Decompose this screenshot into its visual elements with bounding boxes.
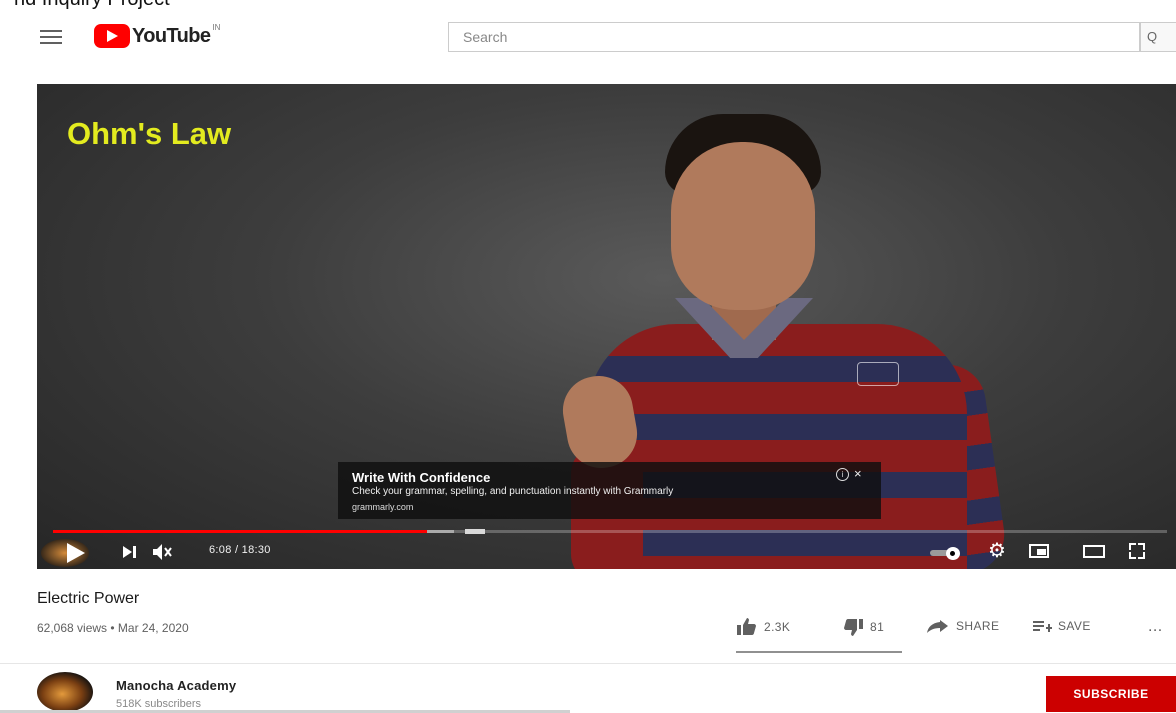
search-input[interactable]	[449, 23, 1139, 51]
dislike-count: 81	[870, 620, 885, 634]
logo-text: YouTube	[132, 24, 211, 47]
channel-avatar[interactable]	[37, 672, 93, 712]
divider	[0, 663, 1176, 664]
like-button[interactable]: 2.3K	[736, 618, 790, 636]
player-controls: 6:08 / 18:30 ⚙	[37, 537, 1176, 569]
share-arrow-icon	[927, 620, 948, 633]
cropped-top-text: nd Inquiry Project	[14, 0, 170, 11]
masthead: YouTube IN Q	[0, 14, 1176, 58]
play-button[interactable]	[67, 543, 85, 563]
ad-marker	[465, 529, 486, 534]
ad-info-icon[interactable]: i	[836, 468, 849, 481]
more-icon: ...	[1148, 618, 1163, 635]
share-label: SHARE	[956, 619, 1000, 633]
theater-mode-icon[interactable]	[1083, 545, 1105, 558]
progress-bar[interactable]	[53, 529, 1167, 534]
like-count: 2.3K	[764, 620, 791, 634]
like-ratio-bar	[736, 651, 902, 653]
video-title: Electric Power	[37, 590, 140, 607]
ad-title: Write With Confidence	[352, 470, 491, 485]
next-button[interactable]	[123, 545, 137, 559]
ad-description: Check your grammar, spelling, and punctu…	[352, 486, 674, 497]
save-label: SAVE	[1058, 619, 1091, 633]
miniplayer-icon[interactable]	[1029, 544, 1049, 558]
progress-played	[53, 530, 428, 533]
channel-name[interactable]: Manocha Academy	[116, 678, 236, 693]
subscriber-count: 518K subscribers	[116, 698, 201, 710]
more-actions-button[interactable]: ...	[1148, 618, 1163, 636]
play-logo-icon	[94, 24, 130, 48]
logo-country-code: IN	[212, 22, 221, 32]
thumbs-down-icon	[844, 619, 863, 636]
settings-gear-icon[interactable]: ⚙	[988, 541, 1006, 561]
search-box[interactable]	[448, 22, 1140, 52]
video-player[interactable]: Ohm's Law Write With Confidence Check yo…	[37, 84, 1176, 569]
volume-muted-icon[interactable]	[151, 542, 173, 562]
dislike-button[interactable]: 81	[842, 618, 884, 636]
search-button[interactable]: Q	[1140, 22, 1176, 52]
ad-overlay[interactable]: Write With Confidence Check your grammar…	[338, 462, 881, 519]
share-button[interactable]: SHARE	[926, 618, 999, 634]
subscribe-button[interactable]: SUBSCRIBE	[1046, 676, 1176, 712]
ad-close-icon[interactable]: ×	[854, 466, 862, 481]
video-overlay-title: Ohm's Law	[67, 116, 232, 151]
hamburger-menu-icon[interactable]	[40, 30, 62, 44]
thumbs-up-icon	[737, 618, 756, 635]
time-display: 6:08 / 18:30	[209, 544, 271, 556]
ad-url[interactable]: grammarly.com	[352, 502, 413, 512]
save-button[interactable]: SAVE	[1032, 618, 1091, 634]
playlist-add-icon	[1033, 621, 1052, 632]
youtube-logo[interactable]: YouTube IN	[94, 22, 221, 48]
autoplay-toggle[interactable]	[930, 547, 962, 560]
fullscreen-icon[interactable]	[1129, 543, 1145, 559]
video-meta: 62,068 views • Mar 24, 2020	[37, 621, 189, 635]
